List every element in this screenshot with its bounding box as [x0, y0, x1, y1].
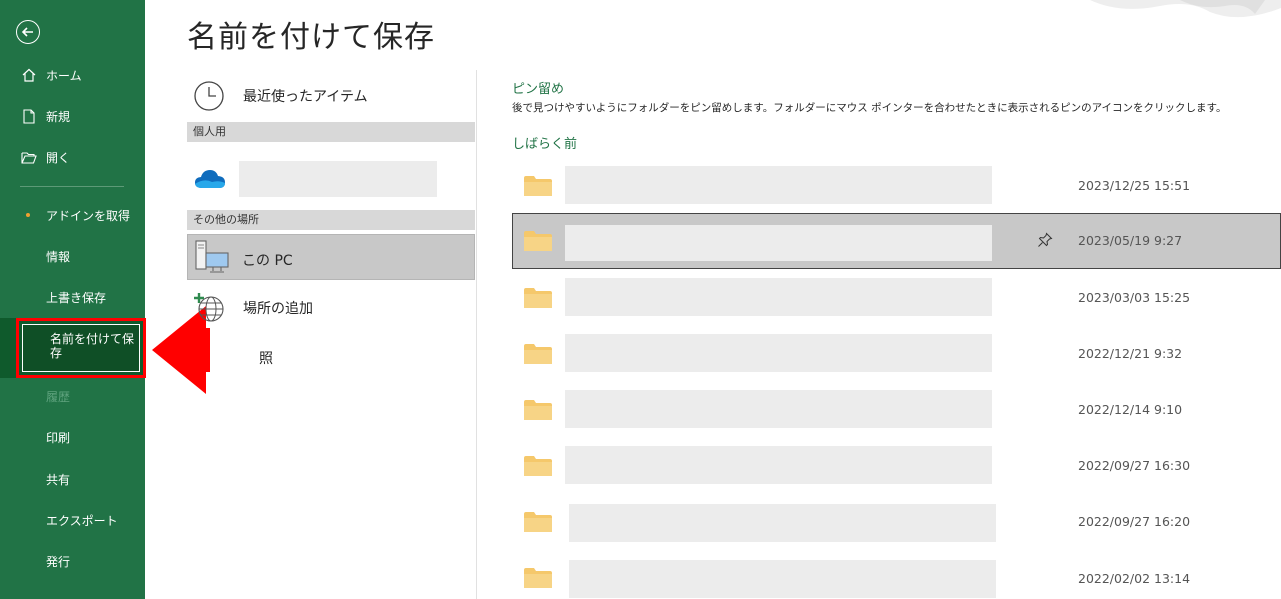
nav-open-label: 開く	[46, 150, 71, 165]
nav-share[interactable]: 共有	[0, 461, 145, 497]
nav-new-label: 新規	[46, 109, 71, 124]
nav-save-label: 上書き保存	[46, 290, 107, 305]
column-divider	[476, 70, 477, 599]
folder-name-placeholder	[565, 446, 992, 484]
folder-modified-date: 2022/02/02 13:14	[1078, 571, 1191, 586]
nav-export[interactable]: エクスポート	[0, 502, 145, 538]
nav-history: 履歴	[0, 378, 145, 414]
nav-home[interactable]: ホーム	[0, 57, 145, 93]
folder-row[interactable]: 2022/09/27 16:20	[512, 494, 1281, 550]
location-add-place[interactable]: 場所の追加	[187, 290, 475, 326]
folder-row[interactable]: 2022/02/02 13:14	[512, 550, 1281, 599]
pinned-section-title: ピン留め	[512, 82, 565, 97]
folder-row[interactable]: 2022/09/27 16:30	[512, 438, 1281, 494]
home-icon	[21, 67, 37, 83]
pin-icon[interactable]	[1037, 232, 1053, 248]
save-as-highlight-box: 名前を付けて保存	[16, 318, 146, 378]
folder-modified-date: 2023/03/03 15:25	[1078, 290, 1191, 305]
nav-history-label: 履歴	[46, 389, 71, 404]
folder-name-placeholder	[565, 390, 992, 428]
nav-publish[interactable]: 発行	[0, 543, 145, 579]
nav-export-label: エクスポート	[46, 513, 118, 528]
pinned-section-description: 後で見つけやすいようにフォルダーをピン留めします。フォルダーにマウス ポインター…	[512, 102, 1227, 114]
sidebar-divider	[20, 186, 124, 187]
folder-name-placeholder	[565, 278, 992, 316]
nav-print-label: 印刷	[46, 430, 71, 445]
nav-info-label: 情報	[46, 249, 71, 264]
location-onedrive[interactable]	[187, 160, 239, 198]
location-recent-label: 最近使ったアイテム	[243, 89, 368, 105]
folder-icon	[524, 512, 552, 532]
folder-icon	[524, 176, 552, 196]
nav-save[interactable]: 上書き保存	[0, 279, 145, 315]
folder-name-placeholder	[565, 225, 992, 261]
folder-icon	[524, 288, 552, 308]
nav-print[interactable]: 印刷	[0, 419, 145, 455]
section-other-header: その他の場所	[187, 210, 475, 230]
folder-row[interactable]: 2022/12/14 9:10	[512, 382, 1281, 438]
nav-publish-label: 発行	[46, 554, 71, 569]
nav-open[interactable]: 開く	[0, 139, 145, 175]
nav-get-addins-label: アドインを取得	[46, 208, 131, 223]
nav-new[interactable]: 新規	[0, 98, 145, 134]
folder-row-selected[interactable]: 2023/05/19 9:27	[512, 213, 1281, 269]
folder-icon	[524, 231, 552, 251]
clock-icon	[194, 81, 224, 111]
nav-info[interactable]: 情報	[0, 238, 145, 274]
folder-name-placeholder	[565, 166, 992, 204]
onedrive-cloud-icon	[195, 170, 225, 188]
folder-icon	[524, 456, 552, 476]
folder-row[interactable]: 2023/12/25 15:51	[512, 158, 1281, 214]
folder-name-placeholder	[569, 560, 996, 598]
folder-modified-date: 2022/12/14 9:10	[1078, 402, 1183, 417]
onedrive-account-box[interactable]	[239, 161, 437, 197]
header-decoration	[1090, 0, 1281, 18]
folder-icon	[524, 344, 552, 364]
folder-icon	[524, 400, 552, 420]
page-title: 名前を付けて保存	[187, 20, 435, 55]
location-recent[interactable]: 最近使ったアイテム	[187, 78, 475, 114]
nav-save-as-label: 名前を付けて保存	[50, 332, 135, 360]
folder-modified-date: 2022/09/27 16:20	[1078, 514, 1191, 529]
folder-name-placeholder	[565, 334, 992, 372]
notification-dot	[26, 213, 30, 217]
location-this-pc-label: この PC	[242, 253, 293, 269]
folder-row[interactable]: 2023/03/03 15:25	[512, 270, 1281, 326]
folder-row[interactable]: 2022/12/21 9:32	[512, 326, 1281, 382]
folder-modified-date: 2022/12/21 9:32	[1078, 346, 1183, 361]
location-browse-label: 照	[259, 351, 273, 367]
location-this-pc[interactable]: この PC	[187, 234, 475, 280]
location-browse[interactable]: 照	[187, 340, 475, 376]
this-pc-icon	[195, 240, 229, 273]
nav-get-addins[interactable]: アドインを取得	[0, 197, 145, 233]
folder-name-placeholder	[569, 504, 996, 542]
backstage-sidebar: ホーム 新規 開く アドインを取得 情報 上書き保存 履歴 印刷 共有 エクスポ…	[0, 0, 145, 599]
folder-icon	[524, 568, 552, 588]
nav-home-label: ホーム	[46, 68, 82, 83]
recent-section-title: しばらく前	[512, 137, 578, 152]
nav-share-label: 共有	[46, 472, 71, 487]
back-arrow-icon	[21, 27, 33, 37]
open-folder-icon	[21, 149, 37, 165]
folder-modified-date: 2023/12/25 15:51	[1078, 178, 1191, 193]
nav-save-as[interactable]: 名前を付けて保存	[22, 324, 140, 372]
new-document-icon	[21, 108, 37, 124]
folder-modified-date: 2023/05/19 9:27	[1078, 233, 1183, 248]
add-place-globe-icon	[194, 293, 224, 322]
section-personal-header: 個人用	[187, 122, 475, 142]
location-add-place-label: 場所の追加	[243, 301, 313, 317]
back-button[interactable]	[16, 20, 40, 44]
folder-modified-date: 2022/09/27 16:30	[1078, 458, 1191, 473]
